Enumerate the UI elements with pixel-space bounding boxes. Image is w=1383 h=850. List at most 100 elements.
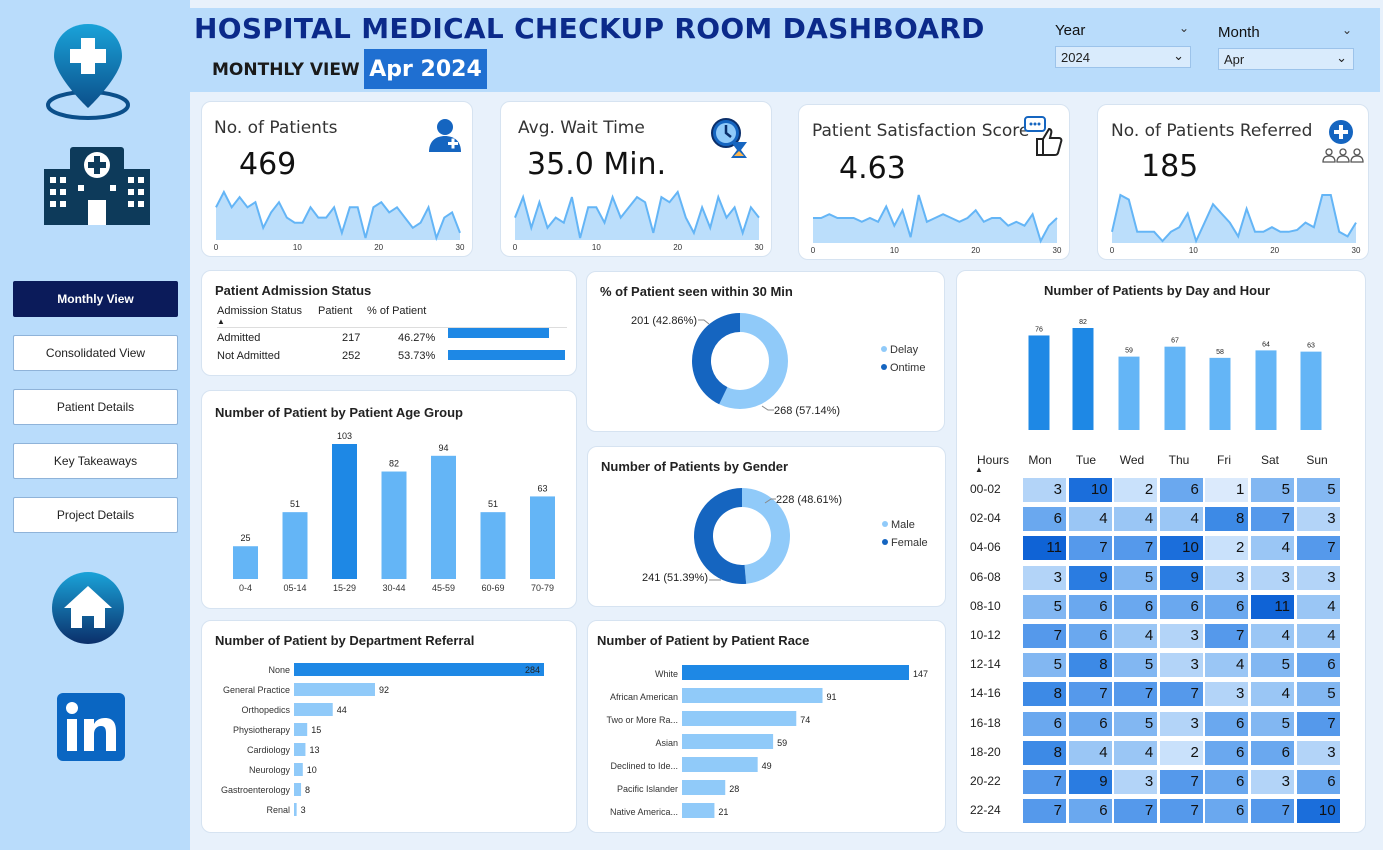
year-dropdown[interactable]: 2024 ⌄ [1055,46,1191,68]
heatmap-cell: 3 [1159,711,1203,736]
axis-tick-label: 10 [293,243,302,252]
bar [294,743,306,756]
axis-tick-label: 30 [1352,246,1361,255]
bar [294,703,333,716]
data-label: 59 [1125,348,1133,355]
data-label: 147 [913,669,928,679]
heatmap-cell: 3 [1205,682,1249,707]
bar [233,546,258,579]
heatmap-cell: 6 [1205,594,1249,619]
column-header-pct[interactable]: % of Patient [367,305,426,317]
data-label: 228 (48.61%) [776,494,842,506]
data-label: 92 [379,685,389,695]
heatmap-cell: 4 [1114,740,1158,765]
bar [1209,357,1231,430]
row-header: 12-14 [970,657,1001,672]
heatmap-cell: 3 [1296,507,1340,532]
heatmap-cell: 9 [1068,565,1112,590]
axis-tick-label: 10 [592,243,601,252]
row-header: 14-16 [970,686,1001,701]
axis-tick-label: 20 [1270,246,1279,255]
axis-tick-label: 0-4 [239,583,252,593]
month-dropdown[interactable]: Apr ⌄ [1218,48,1354,70]
column-header: Wed [1119,453,1145,467]
heatmap-cell: 6 [1251,740,1294,765]
heatmap-cell: 7 [1023,799,1066,824]
heatmap-cell: 6 [1205,770,1249,794]
nav-consolidated-view[interactable]: Consolidated View [13,335,178,371]
nav-key-takeaways[interactable]: Key Takeaways [13,443,178,479]
bar [1255,350,1277,430]
data-label: 3 [301,805,306,815]
donut-slice [694,488,747,584]
nav-project-details[interactable]: Project Details [13,497,178,533]
bar [530,496,555,579]
heatmap-cell: 7 [1251,799,1294,824]
home-icon[interactable] [50,570,126,646]
axis-tick-label: 10 [1189,246,1198,255]
data-label: 44 [337,705,347,715]
nav-patient-details[interactable]: Patient Details [13,389,178,425]
data-label: 28 [729,784,739,794]
legend-label: Ontime [890,362,925,374]
axis-tick-label: 05-14 [283,583,306,593]
column-header: Tue [1075,453,1097,467]
chevron-down-icon[interactable]: ⌄ [1179,21,1189,35]
axis-tick-label: Orthopedics [241,705,290,715]
axis-tick-label: 20 [374,243,383,252]
axis-tick-label: Native America... [610,807,678,817]
axis-tick-label: Declined to Ide... [610,761,678,771]
heatmap-cell: 7 [1023,624,1066,648]
data-label: 64 [1262,341,1270,348]
axis-tick-label: White [655,669,678,679]
column-header-patient[interactable]: Patient [318,305,352,317]
heatmap-cell: 7 [1114,799,1158,824]
linkedin-icon[interactable] [56,692,126,762]
race-card: Number of Patient by Patient Race White 1… [587,620,946,833]
axis-tick-label: None [268,665,290,675]
data-label: 59 [777,738,787,748]
legend-marker [882,521,888,527]
kpi-sparkline: 0 10 20 30 [214,189,465,252]
bar [431,455,456,579]
table-row-patients: 217 [342,332,361,344]
chevron-down-icon[interactable]: ⌄ [1342,23,1352,37]
column-header-status[interactable]: Admission Status [217,305,302,317]
bar [682,803,715,818]
nav-monthly-view[interactable]: Monthly View [13,281,178,317]
heatmap-cell: 3 [1251,565,1294,590]
row-header: 04-06 [970,540,1001,555]
heatmap-cell: 5 [1114,711,1158,736]
heatmap-cell: 3 [1023,478,1066,502]
kpi-value: 469 [239,147,297,182]
kpi-sparkline: 0 10 20 30 [1110,193,1361,255]
heatmap-cell: 5 [1114,653,1158,678]
pct-data-bar [448,350,565,360]
heatmap-cell: 8 [1068,653,1112,678]
chevron-down-icon[interactable]: ⌄ [1336,50,1347,66]
heatmap-cell: 6 [1205,740,1249,765]
bar [294,763,303,776]
year-slicer[interactable]: Year ⌄ 2024 ⌄ [1049,18,1197,73]
bar [282,512,308,579]
sort-ascending-icon: ▲ [217,317,225,326]
heatmap-cell: 5 [1296,478,1340,502]
heatmap-cell: 4 [1159,507,1203,532]
bar-chart-age-group: 25 0-4 51 05-14 103 15-29 82 30-44 94 45-59 51 60-6… [233,431,555,593]
month-slicer[interactable]: Month ⌄ Apr ⌄ [1212,20,1360,75]
bar [1028,335,1050,430]
heatmap-cell: 7 [1068,536,1112,561]
heatmap-cell: 4 [1114,507,1158,532]
kpi-card-patients: No. of Patients 469 0 10 20 30 [201,101,473,257]
heatmap-cell: 7 [1068,682,1112,707]
kpi-card-wait-time: Avg. Wait Time 35.0 Min. 0 10 20 30 [500,101,772,257]
heatmap-cell: 5 [1251,478,1294,502]
heatmap-cell: 3 [1296,565,1340,590]
bar [1072,328,1094,430]
row-header: 20-22 [970,774,1001,788]
referral-group-icon [1320,119,1366,170]
heatmap-cell: 3 [1159,624,1203,648]
chevron-down-icon[interactable]: ⌄ [1173,48,1184,64]
heatmap-cell: 7 [1114,682,1158,707]
heatmap-cell: 6 [1068,624,1112,648]
